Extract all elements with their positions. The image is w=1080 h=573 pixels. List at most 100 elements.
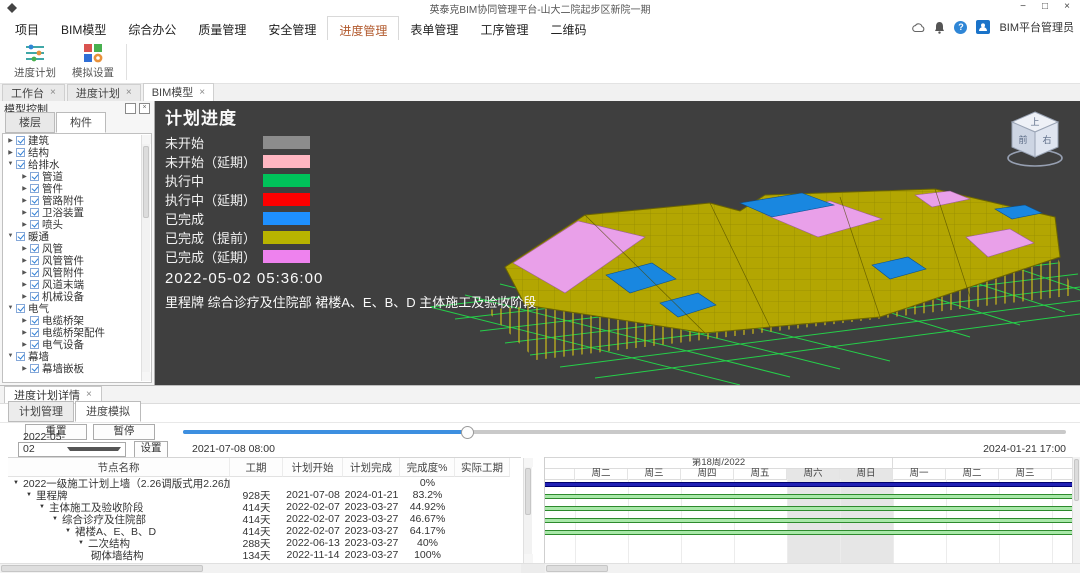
gantt-bar-progress[interactable]	[545, 530, 1072, 535]
caret-collapsed-icon[interactable]: ▶	[20, 281, 29, 288]
table-row[interactable]: ▼里程牌928天2021-07-082024-01-2183.2%	[8, 489, 521, 501]
gantt-row[interactable]	[545, 527, 1072, 539]
model-panel-tab-构件[interactable]: 构件	[56, 112, 106, 133]
datetime-combobox[interactable]: 2022-05-02 12:48:00	[18, 442, 126, 457]
gantt-vertical-scrollbar[interactable]	[1072, 457, 1080, 563]
settings-button[interactable]: 设置	[134, 441, 168, 458]
tree-scrollbar[interactable]	[141, 135, 150, 381]
tree-checkbox[interactable]	[30, 280, 39, 289]
tree-checkbox[interactable]	[30, 268, 39, 277]
maximize-button[interactable]: □	[1034, 0, 1056, 15]
tree-checkbox[interactable]	[30, 364, 39, 373]
gantt-row[interactable]	[545, 479, 1072, 491]
caret-expanded-icon[interactable]: ▼	[6, 233, 15, 239]
caret-collapsed-icon[interactable]: ▶	[20, 257, 29, 264]
caret-expanded-icon[interactable]: ▼	[39, 504, 45, 510]
gantt-bar-progress[interactable]	[545, 506, 1072, 511]
gantt-horizontal-scrollbar[interactable]	[545, 563, 1080, 573]
table-horizontal-scrollbar[interactable]	[0, 563, 521, 573]
gantt-row[interactable]	[545, 539, 1072, 551]
tree-checkbox[interactable]	[30, 292, 39, 301]
tree-item[interactable]: ▶管道	[3, 170, 151, 182]
menu-item-3[interactable]: 综合办公	[117, 16, 187, 40]
table-row[interactable]: ▼二次结构288天2022-06-132023-03-2740%	[8, 537, 521, 549]
caret-collapsed-icon[interactable]: ▶	[20, 197, 29, 204]
model-panel-tab-楼层[interactable]: 楼层	[5, 112, 55, 133]
menu-item-9[interactable]: 二维码	[539, 16, 597, 40]
caret-expanded-icon[interactable]: ▼	[78, 540, 84, 546]
tree-checkbox[interactable]	[16, 352, 25, 361]
scroll-down-button[interactable]	[142, 372, 151, 381]
close-button[interactable]: ×	[1056, 0, 1078, 15]
pause-button[interactable]: 暂停	[93, 424, 155, 440]
caret-collapsed-icon[interactable]: ▶	[20, 317, 29, 324]
caret-collapsed-icon[interactable]: ▶	[20, 245, 29, 252]
menu-item-4[interactable]: 质量管理	[187, 16, 257, 40]
cloud-icon[interactable]	[911, 22, 925, 33]
caret-collapsed-icon[interactable]: ▶	[20, 269, 29, 276]
slider-thumb[interactable]	[461, 426, 474, 439]
table-row[interactable]: ▼裙楼A、E、B、D414天2022-02-072023-03-2764.17%	[8, 525, 521, 537]
minimize-button[interactable]: −	[1012, 0, 1034, 15]
gantt-row[interactable]	[545, 551, 1072, 563]
tree-item[interactable]: ▼暖通	[3, 230, 151, 242]
menu-item-1[interactable]: 项目	[4, 16, 50, 40]
cube-face-top[interactable]: 上	[1030, 117, 1039, 127]
doc-tab-进度计划[interactable]: 进度计划×	[67, 84, 141, 101]
subtab-进度模拟[interactable]: 进度模拟	[75, 401, 141, 422]
avatar[interactable]	[976, 20, 990, 34]
schedule-plan-button[interactable]: 进度计划	[6, 42, 64, 82]
close-icon[interactable]: ×	[126, 88, 132, 97]
gantt-bar-progress[interactable]	[545, 494, 1072, 499]
caret-collapsed-icon[interactable]: ▶	[20, 173, 29, 180]
menu-item-7[interactable]: 表单管理	[399, 16, 469, 40]
scroll-up-button[interactable]	[142, 135, 151, 144]
caret-expanded-icon[interactable]: ▼	[26, 492, 32, 498]
table-row[interactable]: 砌体墙结构134天2022-11-142023-03-27100%	[8, 549, 521, 561]
table-header-cell[interactable]: 计划完成	[343, 458, 400, 477]
tree-checkbox[interactable]	[30, 196, 39, 205]
caret-collapsed-icon[interactable]: ▶	[20, 329, 29, 336]
tree-item[interactable]: ▶机械设备	[3, 290, 151, 302]
tree-checkbox[interactable]	[16, 136, 25, 145]
gantt-bar-progress[interactable]	[545, 518, 1072, 523]
tree-item[interactable]: ▶幕墙嵌板	[3, 362, 151, 374]
tree-item[interactable]: ▶喷头	[3, 218, 151, 230]
table-header-cell[interactable]: 完成度%	[400, 458, 455, 477]
tree-checkbox[interactable]	[16, 304, 25, 313]
caret-expanded-icon[interactable]: ▼	[52, 516, 58, 522]
doc-tab-工作台[interactable]: 工作台×	[2, 84, 65, 101]
close-icon[interactable]: ×	[86, 390, 92, 399]
caret-expanded-icon[interactable]: ▼	[65, 528, 71, 534]
gantt-row[interactable]	[545, 491, 1072, 503]
table-row[interactable]: ▼综合诊疗及住院部414天2022-02-072023-03-2746.67%	[8, 513, 521, 525]
table-row[interactable]: ▼主体施工及验收阶段414天2022-02-072023-03-2744.92%	[8, 501, 521, 513]
panel-splitter[interactable]	[521, 457, 545, 563]
gantt-row[interactable]	[545, 503, 1072, 515]
simulation-settings-button[interactable]: 模拟设置	[64, 42, 122, 82]
3d-viewport[interactable]: 计划进度 未开始未开始（延期）执行中执行中（延期）已完成已完成（提前）已完成（延…	[155, 101, 1080, 385]
table-header-cell[interactable]: 计划开始	[283, 458, 343, 477]
caret-collapsed-icon[interactable]: ▶	[20, 185, 29, 192]
tree-checkbox[interactable]	[30, 208, 39, 217]
doc-tab-BIM模型[interactable]: BIM模型×	[143, 83, 214, 101]
tree-checkbox[interactable]	[16, 148, 25, 157]
caret-collapsed-icon[interactable]: ▶	[20, 209, 29, 216]
menu-item-5[interactable]: 安全管理	[257, 16, 327, 40]
table-header-cell[interactable]: 工期	[230, 458, 283, 477]
caret-collapsed-icon[interactable]: ▶	[20, 221, 29, 228]
cube-face-right[interactable]: 右	[1042, 134, 1051, 145]
caret-collapsed-icon[interactable]: ▶	[20, 293, 29, 300]
tree-item[interactable]: ▶电气设备	[3, 338, 151, 350]
float-panel-icon[interactable]	[125, 103, 136, 114]
table-row[interactable]: ▼2022一级施工计划上墙（2.26调版式用2.26加前期）0%	[8, 477, 521, 489]
tree-checkbox[interactable]	[16, 232, 25, 241]
tree-checkbox[interactable]	[30, 316, 39, 325]
tree-checkbox[interactable]	[16, 160, 25, 169]
gantt-row[interactable]	[545, 515, 1072, 527]
cube-face-front[interactable]: 前	[1018, 134, 1027, 145]
help-icon[interactable]: ?	[954, 21, 967, 34]
caret-collapsed-icon[interactable]: ▶	[6, 137, 15, 144]
tree-item[interactable]: ▶建筑	[3, 134, 151, 146]
close-icon[interactable]: ×	[199, 88, 205, 97]
